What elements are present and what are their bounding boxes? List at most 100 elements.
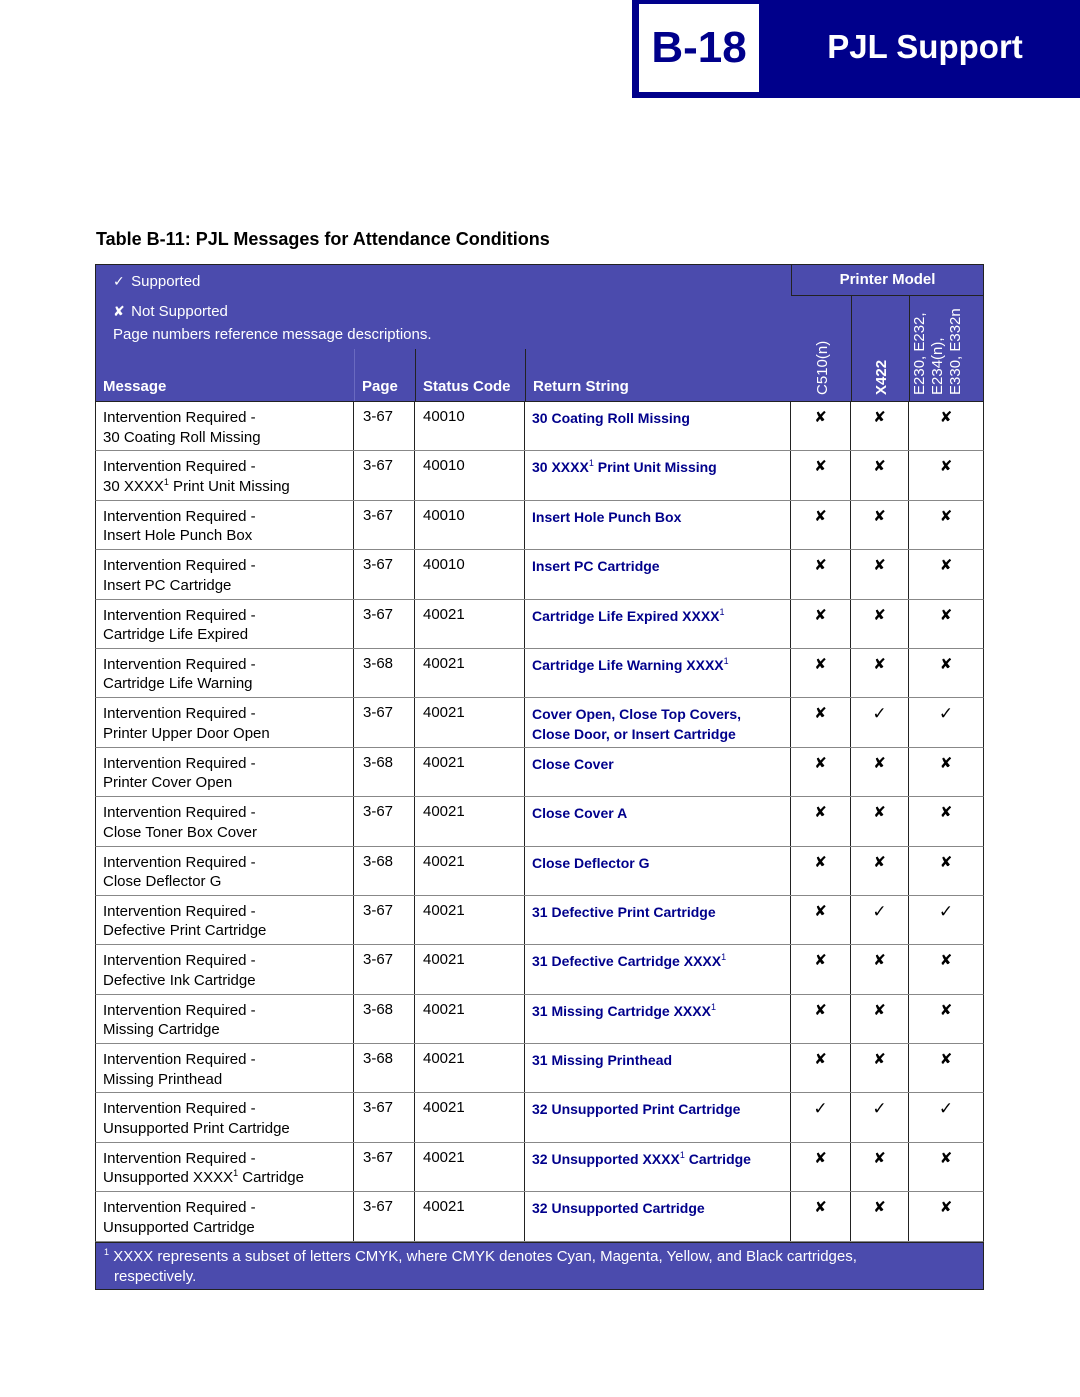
cross-icon: ✘ (873, 952, 886, 970)
status-code-cell: 40021 (415, 747, 525, 797)
cross-icon: ✘ (814, 1149, 827, 1167)
cross-icon: ✘ (814, 902, 827, 920)
status-code-cell: 40021 (415, 797, 525, 846)
section-number: B-18 (651, 23, 747, 72)
table-row: Intervention Required - Unsupported XXXX1… (95, 1142, 984, 1193)
support-cell: ✘ (909, 451, 983, 499)
check-icon: ✓ (872, 901, 887, 921)
page-cell: 3-68 (354, 648, 415, 698)
status-code-cell: 40021 (415, 994, 525, 1044)
cross-icon: ✘ (113, 303, 125, 319)
status-code-cell: 40021 (415, 1192, 525, 1241)
return-string-line1: 32 Unsupported Print Cartridge (532, 1101, 741, 1118)
cross-icon: ✘ (814, 557, 827, 575)
return-string-line1: Insert PC Cartridge (532, 558, 660, 575)
message-cell: Intervention Required - Printer Upper Doo… (96, 698, 354, 747)
status-code-cell: 40010 (415, 500, 525, 550)
legend-supported-label: Supported (131, 273, 201, 290)
message-cell: Intervention Required - Unsupported Cartr… (96, 1192, 354, 1241)
footnote-text-line1: XXXX represents a subset of letters CMYK… (113, 1247, 857, 1265)
return-string-line1: Cover Open, Close Top Covers, (532, 706, 742, 723)
cross-icon: ✘ (814, 1199, 827, 1217)
page-cell: 3-68 (354, 994, 415, 1044)
return-string-cell: 30 Coating Roll Missing (525, 402, 791, 451)
page-cell: 3-67 (354, 599, 415, 648)
message-line1: Intervention Required - (103, 1001, 256, 1019)
support-cell: ✘ (851, 500, 909, 550)
table-row: Intervention Required - Cartridge Life Ex… (95, 599, 984, 649)
page-cell: 3-68 (354, 1044, 415, 1093)
cross-icon: ✘ (873, 458, 886, 476)
support-cell: ✘ (851, 599, 909, 648)
return-string-line2: Close Door, or Insert Cartridge (532, 726, 736, 743)
table-row: Intervention Required - 30 XXXX1 Print Un… (95, 451, 984, 501)
status-code-cell: 40021 (415, 1044, 525, 1093)
return-string-line1: 31 Missing Cartridge XXXX1 (532, 1001, 716, 1019)
support-cell: ✘ (791, 994, 851, 1044)
support-cell: ✓ (851, 1093, 909, 1142)
table-row: Intervention Required - Defective Print C… (95, 895, 984, 946)
cross-icon: ✘ (873, 853, 886, 871)
cross-icon: ✘ (873, 507, 886, 525)
status-code-cell: 40021 (415, 895, 525, 945)
support-cell: ✘ (851, 1192, 909, 1241)
status-code-cell: 40021 (415, 648, 525, 698)
message-line1: Intervention Required - (103, 1051, 256, 1069)
support-cell: ✘ (851, 846, 909, 895)
support-cell: ✓ (851, 698, 909, 747)
message-line1: Intervention Required - (103, 1199, 256, 1217)
support-cell: ✘ (909, 847, 983, 895)
support-cell: ✓ (909, 698, 983, 746)
cross-icon: ✘ (814, 804, 827, 822)
return-string-line1: 30 XXXX1 Print Unit Missing (532, 458, 717, 476)
message-cell: Intervention Required - Unsupported XXXX1… (96, 1142, 354, 1192)
check-icon: ✓ (813, 1099, 828, 1119)
page-cell: 3-68 (354, 747, 415, 797)
table-row: Intervention Required - Close Deflector G… (95, 846, 984, 896)
cross-icon: ✘ (939, 606, 953, 624)
cross-icon: ✘ (814, 655, 827, 673)
message-line1: Intervention Required - (103, 458, 256, 476)
return-string-cell: 31 Defective Print Cartridge (525, 895, 791, 945)
return-string-line1: Insert Hole Punch Box (532, 508, 682, 525)
cross-icon: ✘ (873, 1051, 886, 1069)
support-cell: ✓ (909, 896, 983, 944)
return-string-line1: 32 Unsupported Cartridge (532, 1200, 705, 1217)
return-string-cell: 31 Defective Cartridge XXXX1 (525, 945, 791, 994)
table-row: Intervention Required - Missing Cartridge… (95, 994, 984, 1045)
message-cell: Intervention Required -30 XXXX1 Print Un… (96, 451, 354, 500)
message-cell: Intervention Required - 30 Coating Roll M… (96, 402, 354, 451)
message-cell: Intervention Required - Defective Ink Car… (96, 945, 354, 994)
page-cell: 3-67 (354, 1093, 415, 1142)
message-cell: Intervention Required - Close Toner Box C… (96, 797, 354, 846)
message-line2: Printer Cover Open (103, 774, 233, 792)
message-cell: Intervention Required - Defective Print C… (96, 895, 354, 945)
table-row: Intervention Required - Printer Upper Doo… (95, 698, 984, 748)
message-line2: 30 Coating Roll Missing (103, 428, 261, 446)
message-cell: Intervention Required - Cartridge Life Wa… (96, 648, 354, 698)
message-cell: Intervention Required - Missing Cartridge (96, 994, 354, 1044)
cross-icon: ✘ (814, 754, 827, 772)
return-string-cell: Cover Open, Close Top Covers, Close Door,… (525, 698, 791, 747)
legend-note: Page numbers reference message descripti… (113, 326, 432, 343)
check-icon: ✓ (938, 704, 954, 724)
footnote-ref: 1 (588, 458, 594, 469)
cross-icon: ✘ (873, 1199, 886, 1217)
message-line2: Missing Cartridge (103, 1021, 220, 1039)
page-cell: 3-68 (354, 846, 415, 895)
support-cell: ✘ (791, 895, 851, 945)
support-cell: ✘ (851, 994, 909, 1044)
column-divider (909, 295, 910, 401)
support-cell: ✘ (909, 748, 983, 796)
support-cell: ✘ (791, 1044, 851, 1093)
table-header: ✓ Supported ✘ Not Supported Page numbers… (95, 264, 984, 402)
support-cell: ✘ (909, 402, 983, 450)
message-line2: Cartridge Life Expired (103, 626, 249, 644)
status-code-cell: 40010 (415, 402, 525, 451)
status-code-cell: 40021 (415, 698, 525, 747)
model-label-line1: E230, E232, (911, 312, 928, 395)
message-line1: Intervention Required - (103, 1100, 256, 1118)
message-line2: Close Deflector G (103, 873, 222, 891)
model-label-line2: E234(n), (929, 337, 946, 395)
cross-icon: ✘ (939, 1199, 953, 1217)
